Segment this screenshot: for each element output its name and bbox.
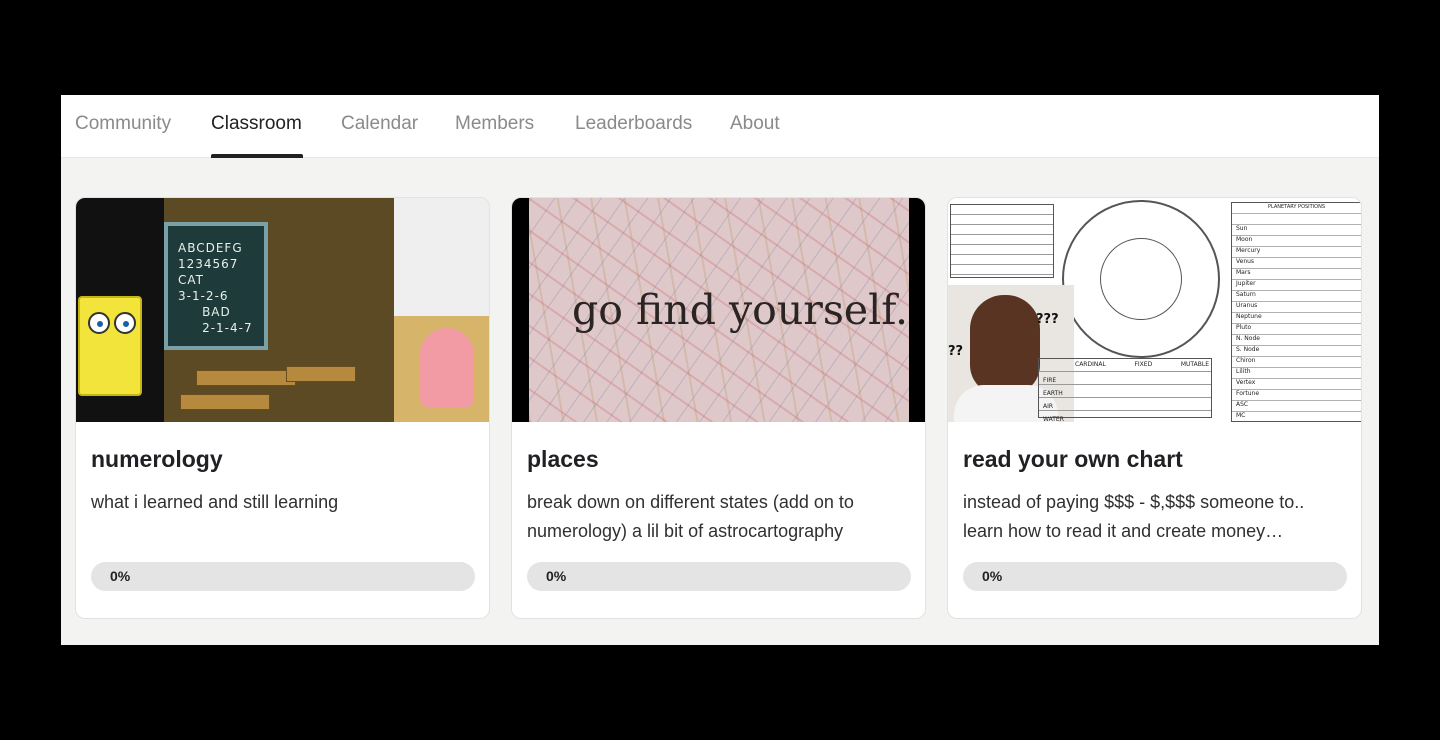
planet-row: MC — [1236, 412, 1246, 419]
planet-row: Mars — [1236, 269, 1251, 276]
course-title: places — [527, 446, 599, 472]
tab-classroom[interactable]: Classroom — [211, 113, 303, 158]
course-title: read your own chart — [963, 446, 1183, 472]
active-tab-indicator — [211, 154, 303, 158]
course-progress-bar: 0% — [91, 562, 475, 591]
planet-row: Vertex — [1236, 379, 1256, 386]
tab-leaderboards[interactable]: Leaderboards — [575, 113, 692, 158]
planet-row: S. Node — [1236, 346, 1260, 353]
planet-row: Sun — [1236, 225, 1248, 232]
planet-row: Saturn — [1236, 291, 1256, 298]
chalkboard-text: ABCDEFG 1234567 CAT 3-1-2-6 BAD 2-1-4-7 — [178, 241, 253, 335]
planet-row: Moon — [1236, 236, 1253, 243]
progress-label: 0% — [982, 568, 1003, 584]
course-card-places[interactable]: go find yourself. places break down on d… — [511, 197, 926, 619]
meme-sketch-image — [394, 198, 489, 316]
course-progress-bar: 0% — [527, 562, 911, 591]
tab-about[interactable]: About — [730, 113, 780, 158]
course-progress-bar: 0% — [963, 562, 1347, 591]
course-card-numerology[interactable]: ABCDEFG 1234567 CAT 3-1-2-6 BAD 2-1-4-7 … — [75, 197, 490, 619]
progress-label: 0% — [110, 568, 131, 584]
question-marks: ??? — [1036, 312, 1059, 327]
sponge-character — [78, 296, 142, 396]
tab-members[interactable]: Members — [455, 113, 534, 158]
birth-chart-wheel — [1062, 200, 1220, 358]
planet-row: Jupiter — [1236, 280, 1256, 287]
planet-row: Neptune — [1236, 313, 1262, 320]
course-description: instead of paying $$$ - $,$$$ someone to… — [963, 492, 1305, 541]
planet-row: Venus — [1236, 258, 1255, 265]
course-title: numerology — [91, 446, 223, 472]
tab-bar: Community Classroom Calendar Members Lea… — [61, 95, 1379, 158]
course-description: what i learned and still learning — [91, 492, 339, 512]
planet-row: Chiron — [1236, 357, 1256, 364]
course-description: break down on different states (add on t… — [527, 492, 854, 541]
planetary-positions-table: PLANETARY POSITIONS Sun Moon Mercury Venus M… — [1231, 202, 1361, 422]
course-thumbnail: go find yourself. — [512, 198, 925, 422]
tab-calendar[interactable]: Calendar — [341, 113, 418, 158]
house-table — [950, 204, 1054, 278]
tab-community[interactable]: Community — [75, 113, 171, 158]
planet-row: ASC — [1236, 401, 1249, 408]
starfish-character — [420, 328, 474, 408]
planet-row: Pluto — [1236, 324, 1252, 331]
chalkboard: ABCDEFG 1234567 CAT 3-1-2-6 BAD 2-1-4-7 — [164, 222, 268, 350]
course-card-read-your-own-chart[interactable]: ??? ?? CARDINAL FIXED MUTABLE FIRE EARTH… — [947, 197, 1362, 619]
desk — [196, 370, 296, 386]
planet-row: Mercury — [1236, 247, 1261, 254]
classroom-panel: Community Classroom Calendar Members Lea… — [61, 95, 1379, 645]
planet-row: Uranus — [1236, 302, 1258, 309]
planet-row: Fortune — [1236, 390, 1260, 397]
planet-row: N. Node — [1236, 335, 1260, 342]
elements-modalities-table: CARDINAL FIXED MUTABLE FIRE EARTH AIR WA… — [1038, 358, 1212, 422]
question-marks: ?? — [948, 344, 964, 359]
course-thumbnail: ABCDEFG 1234567 CAT 3-1-2-6 BAD 2-1-4-7 — [76, 198, 489, 422]
desk — [286, 366, 356, 382]
desk — [180, 394, 270, 410]
thumbnail-overlay-text: go find yourself. — [572, 286, 909, 334]
progress-label: 0% — [546, 568, 567, 584]
planet-row: Lilith — [1236, 368, 1251, 375]
planet-list: Sun Moon Mercury Venus Mars Jupiter Saturn Uran… — [1236, 223, 1262, 421]
course-thumbnail: ??? ?? CARDINAL FIXED MUTABLE FIRE EARTH… — [948, 198, 1361, 422]
